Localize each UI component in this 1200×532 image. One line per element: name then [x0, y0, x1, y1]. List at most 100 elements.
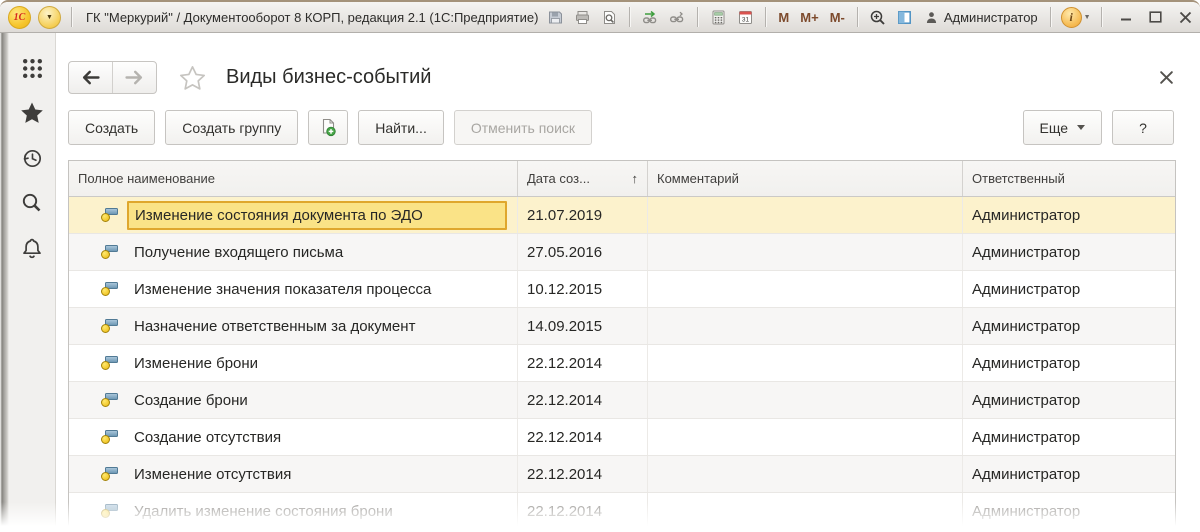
- form-header: Виды бизнес-событий: [56, 33, 1200, 108]
- maximize-button[interactable]: [1146, 6, 1166, 28]
- event-name: Изменение значения показателя процесса: [127, 278, 438, 301]
- business-events-table: Полное наименование Дата соз... ↑ Коммен…: [68, 160, 1176, 531]
- window-titlebar[interactable]: 1С ▼ ГК "Меркурий" / Документооборот 8 К…: [0, 2, 1200, 33]
- apps-grid-icon[interactable]: [20, 56, 44, 80]
- window-title: ГК "Меркурий" / Документооборот 8 КОРП, …: [82, 10, 538, 25]
- column-header-comment[interactable]: Комментарий: [648, 161, 963, 196]
- event-name: Получение входящего письма: [127, 241, 350, 264]
- comment-cell: [648, 308, 963, 344]
- table-row[interactable]: Удалить изменение состояния брони 22.12.…: [69, 493, 1175, 530]
- cancel-search-button: Отменить поиск: [454, 110, 592, 145]
- comment-cell: [648, 419, 963, 455]
- responsible-cell: Администратор: [963, 419, 1175, 455]
- column-header-date[interactable]: Дата соз... ↑: [518, 161, 648, 196]
- memory-subtract-button[interactable]: М-: [828, 6, 847, 28]
- memory-add-button[interactable]: М+: [798, 6, 820, 28]
- table-row[interactable]: Изменение значения показателя процесса 1…: [69, 271, 1175, 308]
- table-row[interactable]: Изменение состояния документа по ЭДО 21.…: [69, 197, 1175, 234]
- add-to-favorites-star-icon[interactable]: [179, 65, 206, 91]
- name-cell: Удалить изменение состояния брони: [69, 493, 518, 529]
- creation-date-cell: 22.12.2014: [518, 493, 648, 529]
- minimize-button[interactable]: [1116, 6, 1136, 28]
- history-icon[interactable]: [20, 146, 44, 170]
- main-menu-button[interactable]: ▼: [38, 6, 61, 29]
- responsible-cell: Администратор: [963, 271, 1175, 307]
- close-window-button[interactable]: [1176, 6, 1196, 28]
- table-row[interactable]: Назначение ответственным за документ 14.…: [69, 308, 1175, 345]
- back-button[interactable]: [69, 62, 112, 93]
- forward-button[interactable]: [112, 62, 156, 93]
- creation-date-cell: 22.12.2014: [518, 382, 648, 418]
- name-cell: Изменение значения показателя процесса: [69, 271, 518, 307]
- name-cell: Изменение брони: [69, 345, 518, 381]
- chevron-down-icon: [1077, 125, 1085, 130]
- table-row[interactable]: Изменение отсутствия 22.12.2014 Админист…: [69, 456, 1175, 493]
- get-link-icon[interactable]: [667, 6, 687, 28]
- catalog-item-icon: [101, 282, 117, 296]
- print-icon[interactable]: [572, 6, 592, 28]
- help-button[interactable]: ?: [1112, 110, 1174, 145]
- print-preview-icon[interactable]: [599, 6, 619, 28]
- name-cell: Получение входящего письма: [69, 234, 518, 270]
- catalog-item-icon: [101, 504, 117, 518]
- find-button[interactable]: Найти...: [358, 110, 444, 145]
- name-cell: Создание отсутствия: [69, 419, 518, 455]
- column-header-responsible[interactable]: Ответственный: [963, 161, 1175, 196]
- catalog-item-icon: [101, 467, 117, 481]
- current-user[interactable]: Администратор: [922, 10, 1040, 25]
- catalog-item-icon: [101, 245, 117, 259]
- create-group-button[interactable]: Создать группу: [165, 110, 298, 145]
- copy-item-button[interactable]: [308, 110, 348, 145]
- notifications-bell-icon[interactable]: [20, 236, 44, 260]
- event-name: Создание брони: [127, 389, 255, 412]
- table-header: Полное наименование Дата соз... ↑ Коммен…: [69, 161, 1175, 197]
- list-toolbar: Создать Создать группу Найти... Отменить…: [56, 108, 1200, 160]
- event-name: Создание отсутствия: [127, 426, 288, 449]
- catalog-item-icon: [101, 356, 117, 370]
- calendar-icon[interactable]: 31: [735, 6, 755, 28]
- event-name: Назначение ответственным за документ: [127, 315, 422, 338]
- calculator-icon[interactable]: [708, 6, 728, 28]
- creation-date-cell: 22.12.2014: [518, 456, 648, 492]
- table-row[interactable]: Создание отсутствия 22.12.2014 Администр…: [69, 419, 1175, 456]
- catalog-item-icon: [101, 430, 117, 444]
- column-header-name[interactable]: Полное наименование: [69, 161, 518, 196]
- creation-date-cell: 22.12.2014: [518, 345, 648, 381]
- comment-cell: [648, 493, 963, 529]
- responsible-cell: Администратор: [963, 456, 1175, 492]
- comment-cell: [648, 234, 963, 270]
- responsible-cell: Администратор: [963, 382, 1175, 418]
- info-button[interactable]: i ▼: [1061, 6, 1091, 28]
- create-button[interactable]: Создать: [68, 110, 155, 145]
- add-link-icon[interactable]: [640, 6, 660, 28]
- save-icon[interactable]: [545, 6, 565, 28]
- zoom-icon[interactable]: [868, 6, 888, 28]
- event-name: Изменение отсутствия: [127, 463, 298, 486]
- close-form-icon[interactable]: [1159, 70, 1174, 85]
- app-window: 1С ▼ ГК "Меркурий" / Документооборот 8 К…: [0, 0, 1200, 532]
- titlebar-separator: [1101, 7, 1102, 27]
- date-column-label: Дата соз...: [527, 171, 590, 186]
- creation-date-cell: 21.07.2019: [518, 197, 648, 233]
- split-view-icon[interactable]: [895, 6, 915, 28]
- search-icon[interactable]: [20, 191, 44, 215]
- table-row[interactable]: Изменение брони 22.12.2014 Администратор: [69, 345, 1175, 382]
- comment-cell: [648, 382, 963, 418]
- user-icon: [924, 10, 939, 25]
- chevron-down-icon: ▼: [1084, 14, 1091, 21]
- titlebar-separator: [71, 7, 72, 27]
- event-name: Изменение брони: [127, 352, 265, 375]
- favorites-star-icon[interactable]: [20, 101, 44, 125]
- titlebar-separator: [857, 7, 858, 27]
- copy-document-icon: [319, 118, 337, 137]
- titlebar-separator: [1050, 7, 1051, 27]
- table-row[interactable]: Создание брони 22.12.2014 Администратор: [69, 382, 1175, 419]
- memory-recall-button[interactable]: М: [776, 6, 791, 28]
- creation-date-cell: 27.05.2016: [518, 234, 648, 270]
- creation-date-cell: 14.09.2015: [518, 308, 648, 344]
- table-row[interactable]: Получение входящего письма 27.05.2016 Ад…: [69, 234, 1175, 271]
- history-nav: [68, 61, 157, 94]
- more-button[interactable]: Еще: [1023, 110, 1103, 145]
- sort-ascending-icon: ↑: [632, 171, 639, 186]
- svg-text:31: 31: [742, 16, 750, 23]
